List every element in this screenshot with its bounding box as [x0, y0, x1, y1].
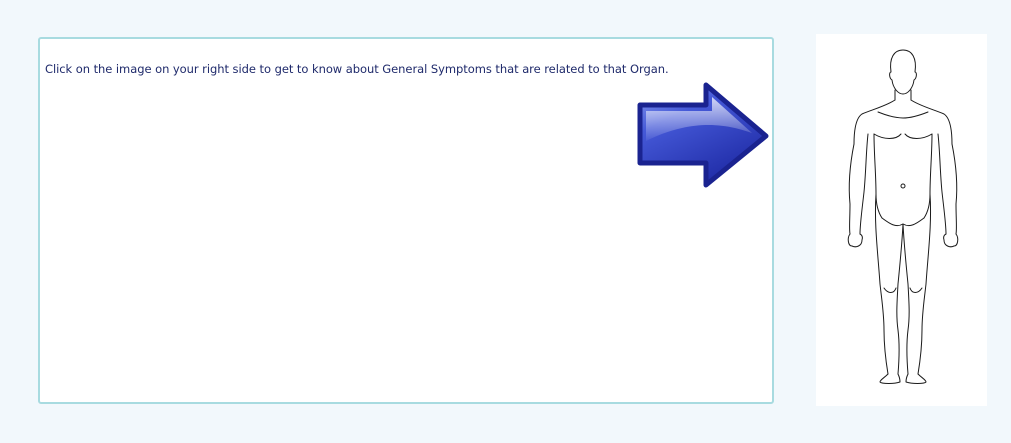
info-panel: Click on the image on your right side to… [38, 37, 774, 404]
human-body-front-icon [847, 49, 959, 384]
page: Click on the image on your right side to… [0, 0, 1011, 443]
body-image-button[interactable] [816, 34, 987, 406]
arrow-right-icon [637, 82, 769, 188]
instruction-text: Click on the image on your right side to… [45, 62, 669, 76]
